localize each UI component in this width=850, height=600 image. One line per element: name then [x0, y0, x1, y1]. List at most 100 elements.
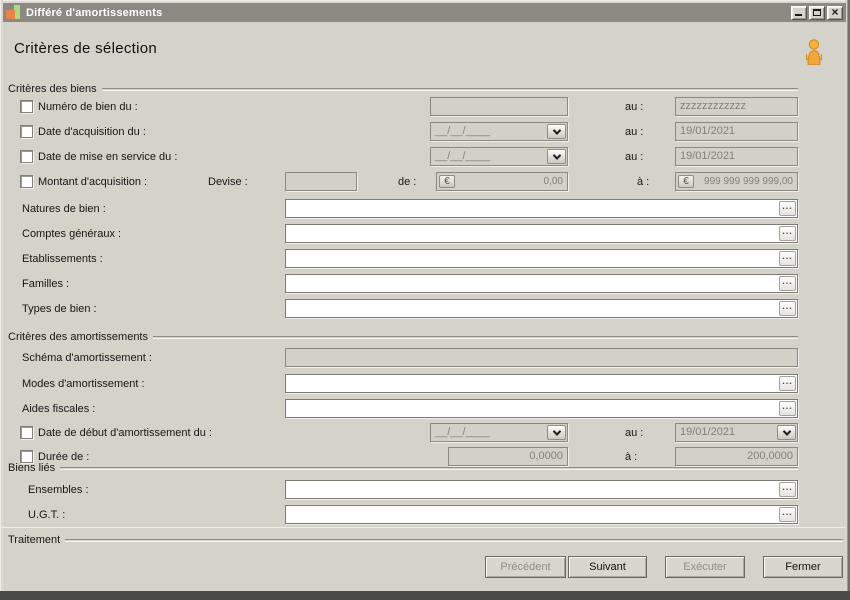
section-biens-caption-text: Critères des biens	[8, 83, 97, 95]
debut-from-dropdown-button[interactable]	[547, 425, 566, 440]
maximize-icon	[813, 9, 821, 16]
etablissements-field[interactable]	[285, 249, 798, 268]
window-title: Différé d'amortissements	[26, 7, 162, 19]
natures-browse-button[interactable]: ...	[779, 201, 796, 216]
chevron-down-icon	[552, 427, 560, 435]
aides-browse-button[interactable]: ...	[779, 401, 796, 416]
montant-de-label: de :	[398, 176, 416, 188]
devise-label: Devise :	[208, 176, 248, 188]
section-traitement-caption-text: Traitement	[8, 534, 60, 546]
date-mask: __/__/____	[435, 125, 490, 137]
acquisition-label: Date d'acquisition du :	[38, 126, 146, 138]
familles-field[interactable]	[285, 274, 798, 293]
debut-au-label: au :	[625, 427, 643, 439]
window-border-left	[0, 0, 3, 591]
section-amortissements-caption-text: Critères des amortissements	[8, 331, 148, 343]
ugt-field[interactable]	[285, 505, 798, 524]
acquisition-from-dropdown-button[interactable]	[547, 124, 566, 139]
close-button[interactable]: ×	[827, 6, 843, 20]
numero-checkbox[interactable]	[20, 100, 33, 113]
natures-field[interactable]	[285, 199, 798, 218]
ugt-label: U.G.T. :	[28, 509, 65, 521]
debut-to-date-combo[interactable]: 19/01/2021	[675, 423, 798, 442]
familles-label: Familles :	[22, 278, 69, 290]
debut-label: Date de début d'amortissement du :	[38, 427, 212, 439]
numero-from-field	[430, 97, 568, 116]
app-icon	[6, 5, 21, 20]
maximize-button[interactable]	[809, 6, 825, 20]
euro-icon: €	[678, 175, 694, 188]
types-field[interactable]	[285, 299, 798, 318]
caption-rule	[60, 467, 798, 470]
window-controls: ×	[791, 6, 843, 20]
familles-browse-button[interactable]: ...	[779, 276, 796, 291]
etablissements-label: Etablissements :	[22, 253, 103, 265]
euro-icon: €	[439, 175, 455, 188]
aides-field[interactable]	[285, 399, 798, 418]
section-biens-lies-caption: Biens liés	[8, 461, 798, 474]
window-border-bottom	[0, 591, 850, 600]
chevron-down-icon	[552, 126, 560, 134]
modes-label: Modes d'amortissement :	[22, 378, 145, 390]
mise-en-service-au-label: au :	[625, 151, 643, 163]
acquisition-au-label: au :	[625, 126, 643, 138]
mise-en-service-from-date-combo[interactable]: __/__/____	[430, 147, 568, 166]
page-title: Critères de sélection	[14, 40, 157, 57]
date-value: 19/01/2021	[680, 426, 735, 438]
modes-browse-button[interactable]: ...	[779, 376, 796, 391]
chevron-down-icon	[782, 427, 790, 435]
debut-checkbox[interactable]	[20, 426, 33, 439]
close-icon: ×	[831, 7, 838, 17]
section-biens-caption: Critères des biens	[8, 82, 798, 95]
natures-label: Natures de bien :	[22, 203, 106, 215]
schema-field	[285, 348, 798, 367]
modes-field[interactable]	[285, 374, 798, 393]
ensembles-browse-button[interactable]: ...	[779, 482, 796, 497]
etablissements-browse-button[interactable]: ...	[779, 251, 796, 266]
mise-en-service-from-dropdown-button[interactable]	[547, 149, 566, 164]
dialog-window: Différé d'amortissements × Critères de s…	[0, 0, 850, 600]
acquisition-from-date-combo[interactable]: __/__/____	[430, 122, 568, 141]
types-browse-button[interactable]: ...	[779, 301, 796, 316]
comptes-browse-button[interactable]: ...	[779, 226, 796, 241]
window-border-right	[845, 0, 850, 591]
schema-label: Schéma d'amortissement :	[22, 352, 152, 364]
debut-to-dropdown-button[interactable]	[777, 425, 796, 440]
caption-rule	[153, 336, 798, 339]
mise-en-service-to-field: 19/01/2021	[675, 147, 798, 166]
mise-en-service-checkbox[interactable]	[20, 150, 33, 163]
montant-checkbox[interactable]	[20, 175, 33, 188]
titlebar: Différé d'amortissements ×	[3, 3, 846, 22]
montant-a-label: à :	[637, 176, 649, 188]
comptes-label: Comptes généraux :	[22, 228, 121, 240]
ensembles-field[interactable]	[285, 480, 798, 499]
suivant-button[interactable]: Suivant	[568, 556, 647, 578]
mise-en-service-label: Date de mise en service du :	[38, 151, 177, 163]
caption-rule	[102, 88, 798, 91]
date-mask: __/__/____	[435, 426, 490, 438]
caption-rule	[65, 539, 843, 542]
aides-label: Aides fiscales :	[22, 403, 95, 415]
devise-field	[285, 172, 357, 191]
comptes-field[interactable]	[285, 224, 798, 243]
acquisition-to-field: 19/01/2021	[675, 122, 798, 141]
minimize-icon	[795, 14, 802, 16]
content-divider	[0, 527, 845, 528]
executer-button: Exécuter	[665, 556, 745, 578]
numero-to-field: zzzzzzzzzzzz	[675, 97, 798, 116]
minimize-button[interactable]	[791, 6, 807, 20]
user-icon[interactable]	[803, 38, 825, 66]
section-amortissements-caption: Critères des amortissements	[8, 330, 798, 343]
acquisition-checkbox[interactable]	[20, 125, 33, 138]
numero-au-label: au :	[625, 101, 643, 113]
types-label: Types de bien :	[22, 303, 97, 315]
date-mask: __/__/____	[435, 150, 490, 162]
numero-label: Numéro de bien du :	[38, 101, 138, 113]
section-biens-lies-caption-text: Biens liés	[8, 462, 55, 474]
fermer-button[interactable]: Fermer	[763, 556, 843, 578]
ugt-browse-button[interactable]: ...	[779, 507, 796, 522]
ensembles-label: Ensembles :	[28, 484, 89, 496]
debut-from-date-combo[interactable]: __/__/____	[430, 423, 568, 442]
montant-label: Montant d'acquisition :	[38, 176, 147, 188]
chevron-down-icon	[552, 151, 560, 159]
